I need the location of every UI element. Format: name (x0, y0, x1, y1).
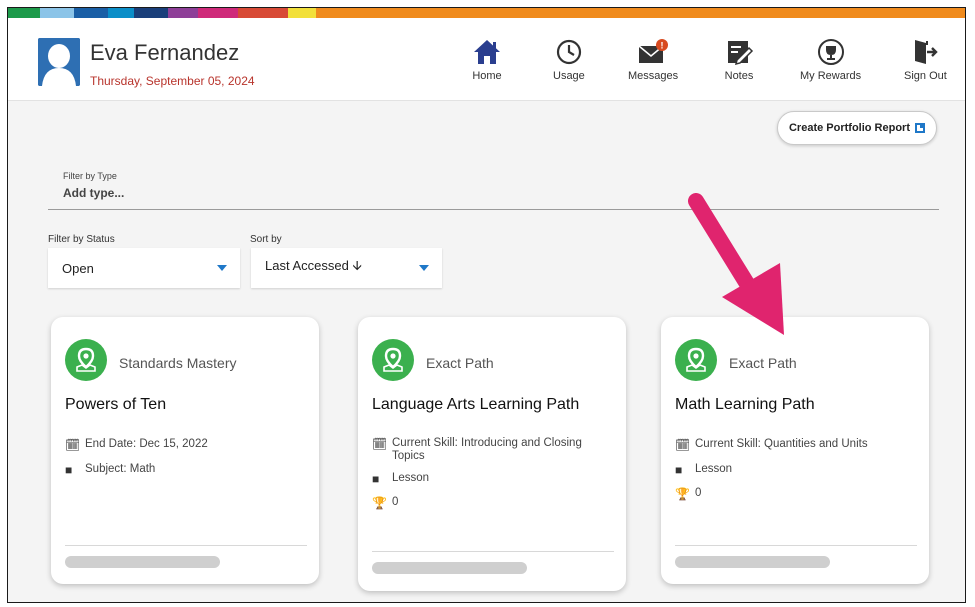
nav-messages[interactable]: ! Messages (628, 38, 678, 94)
nav-usage[interactable]: Usage (553, 38, 585, 94)
card-detail-text: 0 (392, 496, 399, 508)
calendar-icon: 🗓 (372, 437, 388, 451)
card-detail-text: Lesson (695, 463, 733, 475)
card-detail-row: 🗓 End Date: Dec 15, 2022 (65, 438, 300, 452)
map-pin-icon (65, 339, 107, 381)
card-divider (372, 551, 614, 552)
calendar-icon: 🗓 (65, 438, 81, 452)
user-silhouette-icon (38, 38, 80, 86)
create-portfolio-report-button[interactable]: Create Portfolio Report (777, 111, 937, 145)
filter-type-label: Filter by Type (63, 171, 117, 181)
card-type: Exact Path (426, 355, 494, 371)
card-title: Language Arts Learning Path (372, 396, 580, 413)
card-detail-row: ■ Lesson (675, 463, 910, 477)
user-name: Eva Fernandez (90, 40, 240, 65)
nav-sign-out[interactable]: Sign Out (904, 38, 947, 94)
trophy-icon (817, 39, 844, 65)
notes-icon (728, 41, 754, 66)
clock-icon (556, 39, 581, 65)
calendar-icon: 🗓 (675, 438, 691, 452)
card-type: Exact Path (729, 355, 797, 371)
map-pin-icon (675, 339, 717, 381)
book-icon: ■ (675, 463, 683, 477)
book-icon: ■ (372, 472, 380, 486)
trophy-icon: 🏆 (675, 487, 690, 501)
sign-out-icon (915, 40, 939, 64)
nav-notes[interactable]: Notes (724, 38, 754, 94)
nav-home[interactable]: Home (472, 38, 502, 94)
progress-bar (372, 562, 527, 574)
nav-label: My Rewards (800, 70, 862, 82)
card-detail-text: Current Skill: Quantities and Units (695, 438, 868, 450)
nav-label: Home (472, 70, 502, 82)
annotation-arrow-icon (688, 193, 784, 335)
card-detail-row: 🏆 0 (372, 496, 607, 510)
card-detail-text: 0 (695, 487, 702, 499)
home-icon (474, 40, 500, 64)
nav-label: Sign Out (904, 70, 947, 82)
card-detail-text: Lesson (392, 472, 430, 484)
card-detail-text: Subject: Math (85, 463, 156, 475)
sort-by-select[interactable]: Last Accessed 🡫 (251, 248, 442, 288)
filter-status-label: Filter by Status (48, 234, 115, 245)
brand-color-bar (8, 8, 965, 18)
sort-by-value: Last Accessed 🡫 (265, 258, 362, 273)
avatar[interactable] (38, 38, 80, 86)
card-detail-text: End Date: Dec 15, 2022 (85, 438, 208, 450)
card-detail-text: Current Skill: Introducing and Closing T… (392, 437, 582, 462)
sort-by-label: Sort by (250, 234, 282, 245)
envelope-icon: ! (638, 39, 669, 63)
external-link-icon (915, 123, 925, 133)
top-header: Eva Fernandez Thursday, September 05, 20… (8, 18, 965, 101)
progress-bar (675, 556, 830, 568)
trophy-icon: 🏆 (372, 496, 387, 510)
nav-label: Usage (553, 70, 585, 82)
card-detail-row: 🏆 0 (675, 487, 910, 501)
card-detail-row: ■ Subject: Math (65, 463, 300, 477)
filter-status-select[interactable]: Open (48, 248, 240, 288)
card-type: Standards Mastery (119, 355, 237, 371)
card-divider (675, 545, 917, 546)
assignment-card[interactable]: Standards Mastery Powers of Ten 🗓 End Dat… (51, 317, 319, 584)
nav-label: Notes (724, 70, 754, 82)
chevron-down-icon (217, 265, 227, 271)
current-date: Thursday, September 05, 2024 (90, 74, 255, 88)
card-title: Powers of Ten (65, 396, 167, 413)
card-divider (65, 545, 307, 546)
assignment-card[interactable]: Exact Path Language Arts Learning Path 🗓… (358, 317, 626, 591)
card-detail-row: 🗓 Current Skill: Quantities and Units (675, 438, 910, 452)
nav-label: Messages (628, 70, 679, 82)
filter-status-value: Open (62, 260, 94, 276)
nav-my-rewards[interactable]: My Rewards (800, 38, 861, 94)
chevron-down-icon (419, 265, 429, 271)
card-detail-row: ■ Lesson (372, 472, 607, 486)
progress-bar (65, 556, 220, 568)
card-detail-row: 🗓 Current Skill: Introducing and Closing … (372, 437, 607, 463)
button-label: Create Portfolio Report (788, 122, 910, 134)
book-icon: ■ (65, 463, 73, 477)
card-title: Math Learning Path (675, 396, 815, 413)
app-window: Eva Fernandez Thursday, September 05, 20… (7, 7, 966, 603)
map-pin-icon (372, 339, 414, 381)
message-badge: ! (661, 41, 664, 51)
assignment-card[interactable]: Exact Path Math Learning Path 🗓 Current S… (661, 317, 929, 584)
